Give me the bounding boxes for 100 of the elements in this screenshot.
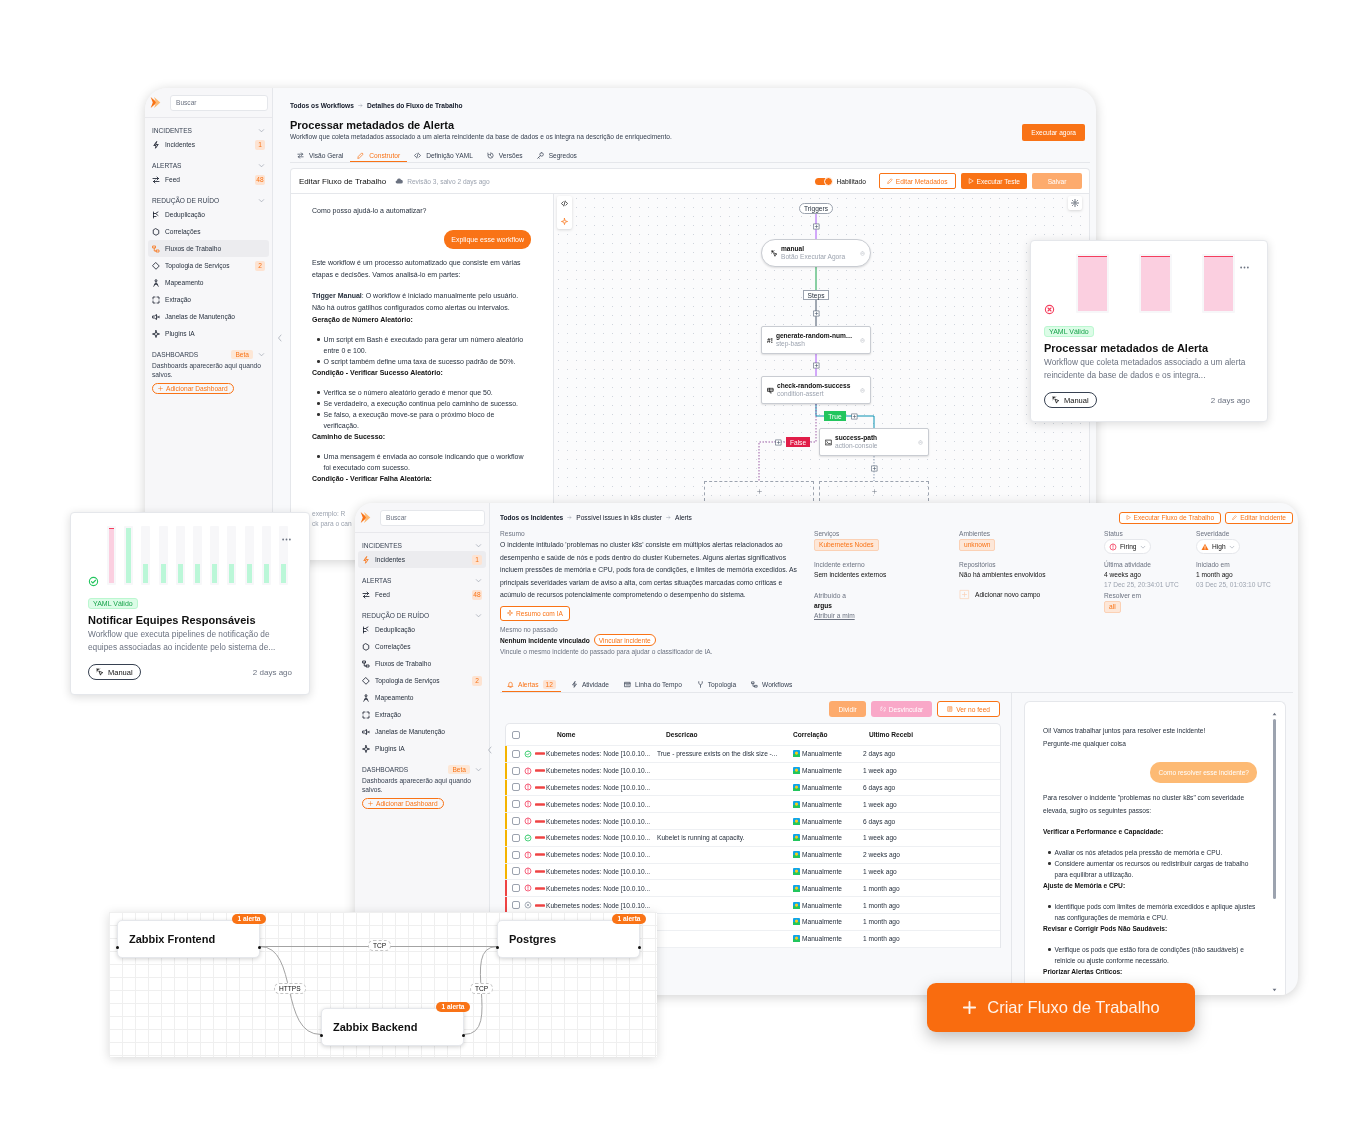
chevron-left-icon[interactable] (277, 334, 282, 342)
handle-dot-icon[interactable] (320, 1033, 323, 1037)
empty-step-slot[interactable] (704, 481, 814, 501)
picture-icon (793, 884, 800, 892)
handle-dot-icon[interactable] (496, 945, 499, 949)
row-checkbox[interactable] (512, 833, 520, 842)
severity-bar-icon (535, 786, 545, 789)
bullet-icon (317, 402, 320, 405)
bullet-icon (1048, 948, 1051, 951)
picture-icon (793, 767, 800, 775)
bullet-icon (317, 413, 320, 416)
flowchart-icon (152, 244, 160, 253)
chevron-left-icon[interactable] (487, 746, 492, 754)
chevron-down-icon[interactable] (475, 541, 482, 549)
row-checkbox[interactable] (512, 884, 520, 893)
card-title: Processar metadados de Alerta (1044, 341, 1209, 355)
arrow-right-icon (567, 515, 573, 520)
lightning-icon (152, 140, 160, 149)
cursor-click-icon (771, 249, 778, 257)
connector-line (815, 266, 817, 291)
chevron-down-icon[interactable] (258, 161, 265, 169)
picture-icon (793, 851, 800, 859)
terminal-icon (825, 438, 832, 446)
code-icon (414, 152, 422, 159)
handle-dot-icon[interactable] (638, 945, 641, 949)
chevron-down-icon[interactable] (475, 576, 482, 584)
picture-icon (793, 867, 800, 875)
expand-icon (152, 295, 160, 304)
hexagon-icon (152, 227, 160, 236)
logo-icon[interactable] (360, 511, 371, 524)
service-node[interactable]: Zabbix Frontend (117, 920, 260, 958)
connector-line (815, 353, 817, 377)
service-name: Zabbix Frontend (129, 933, 216, 945)
row-checkbox[interactable] (512, 800, 520, 809)
pencil-icon (1232, 515, 1238, 520)
picture-icon (793, 817, 800, 825)
row-checkbox[interactable] (512, 867, 520, 876)
scroll-up-icon[interactable] (1271, 712, 1277, 716)
severity-bar-icon (535, 903, 545, 907)
plus-icon (368, 801, 373, 806)
card-description: Workflow que coleta metadados associado a um alerta reincidente da base de dados e os integra... (1044, 356, 1247, 382)
window-icon (624, 680, 631, 688)
toggle-switch[interactable] (815, 177, 833, 185)
card-title: Notificar Equipes Responsáveis (88, 613, 256, 627)
expand-icon (362, 710, 370, 719)
chevron-down-icon[interactable] (258, 350, 265, 358)
row-checkbox[interactable] (512, 749, 520, 758)
severity-bar-icon (535, 853, 545, 857)
row-checkbox[interactable] (512, 766, 520, 775)
chevron-down-icon[interactable] (258, 126, 265, 134)
hexagon-icon (362, 642, 370, 651)
speaker-mute-icon (152, 312, 160, 321)
row-checkbox[interactable] (512, 850, 520, 859)
severity-bar-icon (535, 802, 545, 806)
select-all-checkbox[interactable] (512, 730, 520, 739)
row-checkbox[interactable] (512, 901, 520, 910)
sparkle-icon[interactable] (561, 218, 568, 225)
chevron-down-icon[interactable] (475, 611, 482, 619)
pencil-icon (357, 152, 365, 159)
play-icon (967, 178, 974, 184)
service-node[interactable]: Postgres (497, 920, 640, 958)
connector-line (815, 299, 817, 327)
row-checkbox[interactable] (512, 817, 520, 826)
speaker-mute-icon (362, 727, 370, 736)
arrows-swap-icon (362, 590, 370, 599)
chevron-down-icon (1228, 543, 1235, 550)
handle-dot-icon[interactable] (116, 945, 119, 949)
branch-icon (362, 625, 370, 634)
logo-icon[interactable] (150, 96, 161, 109)
page-title: Processar metadados de Alerta (290, 118, 456, 132)
service-name: Zabbix Backend (333, 1021, 418, 1033)
row-checkbox[interactable] (512, 783, 520, 792)
cloud-icon (395, 177, 404, 185)
diamond-icon (152, 261, 160, 270)
bullet-icon (317, 455, 320, 458)
table-icon (767, 386, 774, 394)
plus-icon (158, 386, 163, 391)
severity-bar-icon (535, 886, 545, 890)
severity-bar-icon (535, 752, 545, 756)
scroll-down-icon[interactable] (1271, 988, 1277, 992)
diamond-icon (362, 676, 370, 685)
picture-icon (793, 834, 800, 842)
settings-button[interactable] (1068, 196, 1082, 210)
play-icon (1125, 515, 1131, 520)
code-icon[interactable] (561, 200, 568, 207)
service-node[interactable]: Zabbix Backend (321, 1008, 464, 1046)
more-icon[interactable] (1240, 266, 1249, 269)
empty-step-slot[interactable] (819, 481, 929, 501)
severity-bar-icon (535, 819, 545, 823)
link-break-icon (879, 706, 886, 712)
picture-icon (793, 784, 800, 791)
cursor-click-icon (1052, 396, 1060, 404)
handle-dot-icon[interactable] (258, 945, 261, 949)
lightning-icon (570, 680, 578, 688)
chevron-down-icon[interactable] (258, 196, 265, 204)
handle-dot-icon[interactable] (462, 1033, 465, 1037)
scrollbar[interactable] (1271, 712, 1277, 994)
chevron-down-icon[interactable] (475, 765, 482, 773)
person-icon (362, 693, 370, 702)
severity-bar-icon (535, 869, 545, 873)
